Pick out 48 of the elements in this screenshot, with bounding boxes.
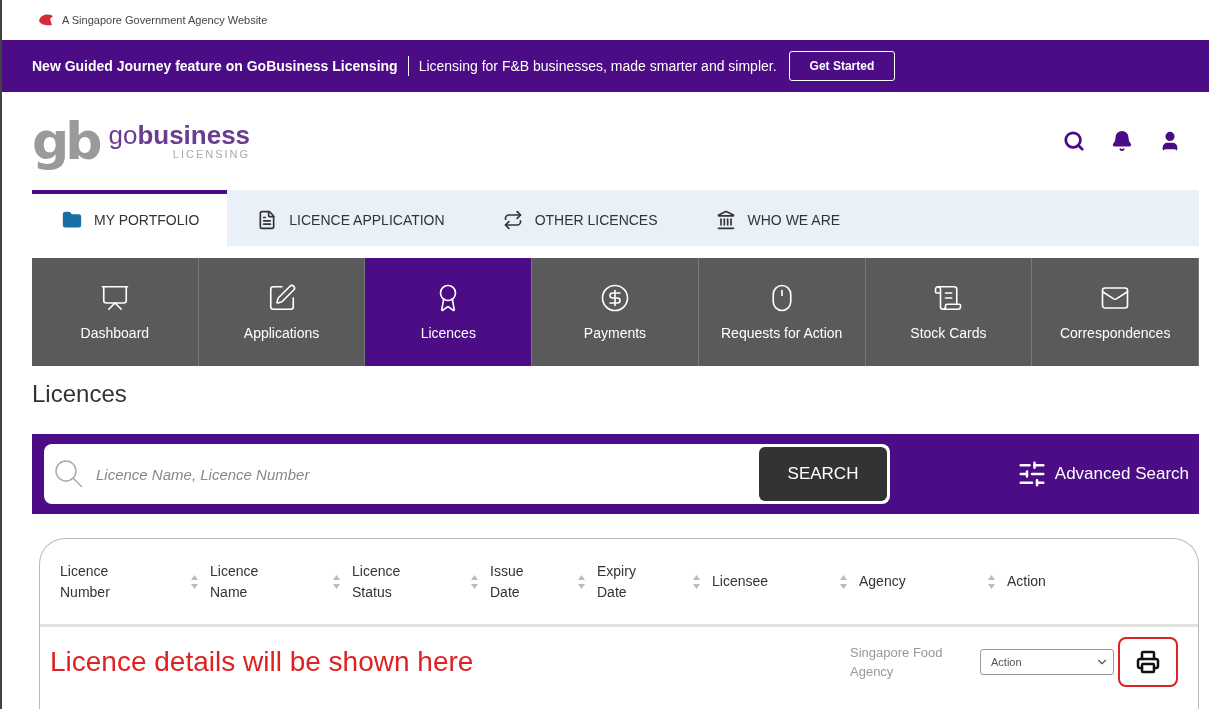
main-nav-item[interactable]: LICENCE APPLICATION xyxy=(227,190,473,246)
placeholder-note: Licence details will be shown here xyxy=(50,646,475,678)
search-button[interactable]: SEARCH xyxy=(759,447,887,501)
main-nav-item[interactable]: MY PORTFOLIO xyxy=(32,190,228,246)
portfolio-tab[interactable]: Applications xyxy=(198,258,366,366)
portfolio-tab[interactable]: Correspondences xyxy=(1032,258,1199,366)
portfolio-tab[interactable]: Stock Cards xyxy=(865,258,1033,366)
tab-icon xyxy=(99,283,130,313)
search-field[interactable]: Licence Name, Licence Number SEARCH xyxy=(44,444,890,504)
action-dropdown[interactable]: Action xyxy=(980,649,1114,675)
portfolio-tab[interactable]: Payments xyxy=(532,258,699,366)
bell-icon[interactable] xyxy=(1111,130,1133,152)
column-header[interactable]: Action xyxy=(1007,571,1046,592)
printer-icon xyxy=(1136,650,1160,674)
banner-title: New Guided Journey feature on GoBusiness Licensing xyxy=(32,58,398,74)
gov-notice: A Singapore Government Agency Website xyxy=(62,14,268,26)
column-header[interactable]: Licensee xyxy=(712,571,769,592)
column-header[interactable]: Licence Name xyxy=(210,560,259,603)
sort-icon[interactable] xyxy=(988,574,995,589)
column-header[interactable]: Licence Number xyxy=(60,560,110,603)
sort-icon[interactable] xyxy=(333,574,340,589)
sort-icon[interactable] xyxy=(471,574,478,589)
column-header[interactable]: Issue Date xyxy=(490,560,524,603)
portfolio-tab[interactable]: Licences xyxy=(365,258,533,366)
banner-message: Licensing for F&B businesses, made smarter and simpler. xyxy=(418,58,777,74)
tab-icon xyxy=(600,283,630,313)
column-header[interactable]: Expiry Date xyxy=(597,560,636,603)
column-header[interactable]: Licence Status xyxy=(352,560,401,603)
print-button[interactable] xyxy=(1118,637,1178,687)
table-cell-text: Singapore Food Agency xyxy=(850,643,944,681)
search-icon xyxy=(54,459,84,489)
nav-item-icon xyxy=(715,210,736,230)
column-header[interactable]: Agency xyxy=(859,571,906,592)
portfolio-tab[interactable]: Dashboard xyxy=(32,258,199,366)
tab-icon xyxy=(933,283,964,313)
main-nav-item[interactable]: OTHER LICENCES xyxy=(472,190,686,246)
sort-icon[interactable] xyxy=(693,574,700,589)
sort-icon[interactable] xyxy=(840,574,847,589)
sort-icon[interactable] xyxy=(191,574,198,589)
main-nav-item[interactable]: WHO WE ARE xyxy=(685,190,869,246)
page-title: Licences xyxy=(32,380,128,409)
search-icon[interactable] xyxy=(1063,130,1085,152)
sort-icon[interactable] xyxy=(578,574,585,589)
nav-item-icon xyxy=(62,210,82,230)
portfolio-tab[interactable]: Requests for Action xyxy=(698,258,866,366)
advanced-search-link[interactable]: Advanced Search xyxy=(1016,459,1189,489)
get-started-button[interactable]: Get Started xyxy=(788,51,896,81)
nav-item-icon xyxy=(502,210,523,230)
